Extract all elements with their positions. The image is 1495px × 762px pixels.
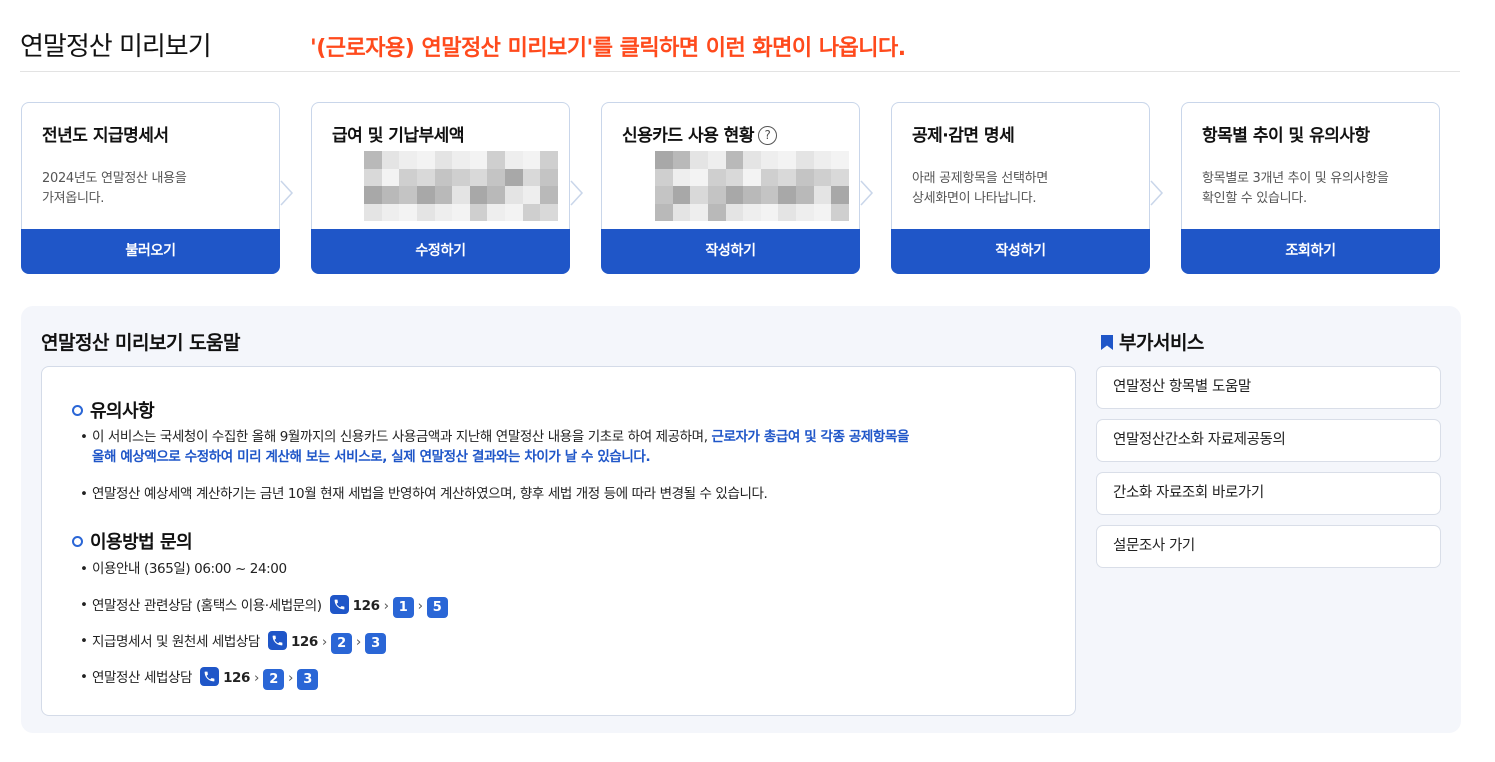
step-desc: 2024년도 연말정산 내용을 가져옵니다. <box>42 171 187 206</box>
step-card-credit-card: 신용카드 사용 현황? 작성하기 <box>601 102 860 274</box>
blurred-content <box>655 151 849 221</box>
step-title: 전년도 지급명세서 <box>42 126 169 146</box>
menu-key-badge: 3 <box>364 633 386 654</box>
menu-key-badge: 2 <box>330 633 352 654</box>
view-button[interactable]: 조회하기 <box>1181 229 1440 274</box>
contact-line: • 지급명세서 및 원천세 세법상담 126 › 2 › 3 <box>80 631 386 654</box>
extra-link-simplified-lookup[interactable]: 간소화 자료조회 바로가기 <box>1096 472 1441 515</box>
chevron-right-icon <box>570 180 584 206</box>
chevron-right-icon <box>1150 180 1164 206</box>
annotation-overlay: '(근로자용) 연말정산 미리보기'를 클릭하면 이런 화면이 나옵니다. <box>310 36 906 61</box>
ring-bullet-icon <box>72 536 83 547</box>
chevron-right-icon <box>280 180 294 206</box>
ring-bullet-icon <box>72 405 83 416</box>
edit-button[interactable]: 수정하기 <box>311 229 570 274</box>
help-icon[interactable]: ? <box>757 126 777 145</box>
contact-heading: 이용방법 문의 <box>72 528 193 554</box>
extra-services-title: 부가서비스 <box>1101 328 1204 355</box>
step-title: 공제·감면 명세 <box>912 126 1015 146</box>
step-desc: 아래 공제항목을 선택하면 상세화면이 나타납니다. <box>912 171 1048 206</box>
step-card-prev-year: 전년도 지급명세서 2024년도 연말정산 내용을 가져옵니다. 불러오기 <box>21 102 280 274</box>
phone-icon <box>200 667 220 686</box>
write-button[interactable]: 작성하기 <box>601 229 860 274</box>
extra-link-survey[interactable]: 설문조사 가기 <box>1096 525 1441 568</box>
page-title: 연말정산 미리보기 <box>20 32 212 62</box>
extra-link-item-help[interactable]: 연말정산 항목별 도움말 <box>1096 366 1441 409</box>
steps-row: 전년도 지급명세서 2024년도 연말정산 내용을 가져옵니다. 불러오기 급여… <box>21 102 1461 274</box>
step-card-salary: 급여 및 기납부세액 수정하기 <box>311 102 570 274</box>
step-title: 신용카드 사용 현황? <box>622 121 777 146</box>
menu-key-badge: 3 <box>297 669 319 690</box>
menu-key-badge: 2 <box>263 669 285 690</box>
notice-bullet-2: • 연말정산 예상세액 계산하기는 금년 10월 현재 세법을 반영하여 계산하… <box>80 486 768 502</box>
page-header: 연말정산 미리보기 '(근로자용) 연말정산 미리보기'를 클릭하면 이런 화면… <box>20 22 1460 72</box>
contact-hours: • 이용안내 (365일) 06:00 ~ 24:00 <box>80 561 287 577</box>
notice-heading: 유의사항 <box>72 397 155 423</box>
phone-icon <box>329 595 349 614</box>
bookmark-icon <box>1101 335 1113 350</box>
extra-link-data-consent[interactable]: 연말정산간소화 자료제공동의 <box>1096 419 1441 462</box>
step-card-trends: 항목별 추이 및 유의사항 항목별로 3개년 추이 및 유의사항을 확인할 수 … <box>1181 102 1440 274</box>
contact-line: • 연말정산 세법상담 126 › 2 › 3 <box>80 667 319 690</box>
chevron-right-icon <box>860 180 874 206</box>
step-title: 급여 및 기납부세액 <box>332 126 464 146</box>
load-button[interactable]: 불러오기 <box>21 229 280 274</box>
help-panel: 연말정산 미리보기 도움말 유의사항 • 이 서비스는 국세청이 수집한 올해 … <box>21 306 1461 733</box>
notice-bullet-1: • 이 서비스는 국세청이 수집한 올해 9월까지의 신용카드 사용금액과 지난… <box>80 429 909 465</box>
write-button[interactable]: 작성하기 <box>891 229 1150 274</box>
step-card-deductions: 공제·감면 명세 아래 공제항목을 선택하면 상세화면이 나타납니다. 작성하기 <box>891 102 1150 274</box>
step-title: 항목별 추이 및 유의사항 <box>1202 126 1370 146</box>
help-box: 유의사항 • 이 서비스는 국세청이 수집한 올해 9월까지의 신용카드 사용금… <box>41 366 1076 716</box>
menu-key-badge: 5 <box>426 597 448 618</box>
phone-icon <box>267 631 287 650</box>
contact-line: • 연말정산 관련상담 (홈택스 이용·세법문의) 126 › 1 › 5 <box>80 595 448 618</box>
blurred-content <box>364 151 558 221</box>
help-title: 연말정산 미리보기 도움말 <box>41 332 241 354</box>
step-desc: 항목별로 3개년 추이 및 유의사항을 확인할 수 있습니다. <box>1202 171 1389 206</box>
menu-key-badge: 1 <box>392 597 414 618</box>
